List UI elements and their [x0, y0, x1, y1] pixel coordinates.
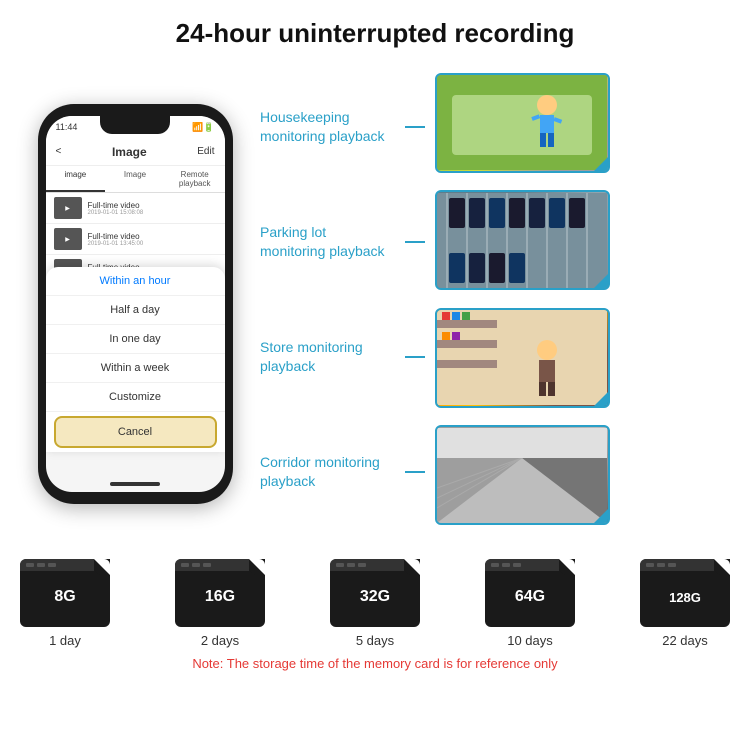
storage-item-16g: 16G 2 days: [175, 559, 265, 648]
storage-days-64g: 10 days: [507, 633, 553, 648]
connector-4: [395, 414, 425, 529]
dropdown-item-half-day[interactable]: Half a day: [46, 296, 225, 325]
video-thumb-1: ▶: [54, 197, 82, 219]
label-housekeeping: Housekeepingmonitoring playback: [260, 69, 385, 184]
connector-1: [395, 69, 425, 184]
photo-corner-3: [594, 392, 608, 406]
label-parking: Parking lotmonitoring playback: [260, 184, 385, 299]
phone-home-indicator: [110, 482, 160, 486]
phone-edit-button[interactable]: Edit: [197, 146, 214, 157]
connector-2: [395, 184, 425, 299]
photo-corner-4: [594, 509, 608, 523]
sd-notch-128g: [640, 559, 714, 571]
photo-parking: [435, 190, 610, 290]
label-housekeeping-text: Housekeepingmonitoring playback: [260, 108, 385, 144]
label-corridor-text: Corridor monitoringplayback: [260, 453, 380, 489]
dropdown-cancel-button[interactable]: Cancel: [54, 416, 217, 448]
photo-corner-2: [594, 274, 608, 288]
phone-back-button[interactable]: <: [56, 146, 62, 157]
label-store: Store monitoringplayback: [260, 299, 385, 414]
video-thumb-2: ▶: [54, 228, 82, 250]
store-illustration: [437, 310, 607, 405]
sd-card-128g: 128G: [640, 559, 730, 627]
video-label-1: Full-time video: [88, 201, 144, 210]
list-item[interactable]: ▶ Full-time video 2019-01-01 15:08:08: [46, 193, 225, 224]
storage-item-8g: 8G 1 day: [20, 559, 110, 648]
label-parking-text: Parking lotmonitoring playback: [260, 223, 385, 259]
photo-corridor: [435, 425, 610, 525]
photo-corridor-inner: [437, 427, 608, 523]
page-header: 24-hour uninterrupted recording: [0, 0, 750, 59]
storage-cards-row: 8G 1 day 16G 2 days: [20, 559, 730, 648]
photo-housekeeping-inner: [437, 75, 608, 171]
dropdown-item-week[interactable]: Within a week: [46, 354, 225, 383]
storage-section: 8G 1 day 16G 2 days: [0, 549, 750, 679]
list-item[interactable]: ▶ Full-time video 2019-01-01 13:45:00: [46, 224, 225, 255]
phone-mockup: 11:44 📶🔋 < Image Edit image Image Remote…: [38, 104, 233, 504]
connector-line-4: [405, 471, 425, 473]
storage-item-64g: 64G 10 days: [485, 559, 575, 648]
phone-time: 11:44: [56, 122, 78, 132]
phone-tab-remote[interactable]: Remote playback: [165, 166, 225, 192]
right-side: Housekeepingmonitoring playback Parking …: [260, 59, 730, 549]
connector-line-3: [405, 356, 425, 358]
phone-tab-image2[interactable]: Image: [105, 166, 165, 192]
photo-parking-inner: [437, 192, 608, 288]
storage-item-32g: 32G 5 days: [330, 559, 420, 648]
sd-notch-16g: [175, 559, 249, 571]
storage-item-128g: 128G 22 days: [640, 559, 730, 648]
dropdown-item-within-hour[interactable]: Within an hour: [46, 267, 225, 296]
storage-days-16g: 2 days: [201, 633, 239, 648]
video-label-2: Full-time video: [88, 232, 144, 241]
sd-size-64g: 64G: [515, 588, 545, 606]
dropdown-item-customize[interactable]: Customize: [46, 383, 225, 412]
connector-line-1: [405, 126, 425, 128]
phone-status-icons: 📶🔋: [192, 122, 214, 133]
photo-housekeeping: [435, 73, 610, 173]
phone-dropdown-menu: Within an hour Half a day In one day Wit…: [46, 267, 225, 452]
sd-size-8g: 8G: [54, 588, 75, 606]
connector-lines: [395, 69, 425, 529]
connector-3: [395, 299, 425, 414]
video-time-1: 2019-01-01 15:08:08: [88, 210, 144, 216]
parking-illustration: [437, 193, 607, 288]
dropdown-item-one-day[interactable]: In one day: [46, 325, 225, 354]
sd-notch-8g: [20, 559, 94, 571]
sd-size-16g: 16G: [205, 588, 235, 606]
storage-days-32g: 5 days: [356, 633, 394, 648]
sd-notch-64g: [485, 559, 559, 571]
phone-notch: [100, 116, 170, 134]
video-time-2: 2019-01-01 13:45:00: [88, 241, 144, 247]
phone-tabs: image Image Remote playback: [46, 166, 225, 193]
photo-corner-1: [594, 157, 608, 171]
storage-days-8g: 1 day: [49, 633, 81, 648]
housekeeping-illustration: [437, 75, 607, 170]
sd-size-128g: 128G: [669, 590, 701, 605]
photo-store: [435, 308, 610, 408]
sd-size-32g: 32G: [360, 588, 390, 606]
sd-card-32g: 32G: [330, 559, 420, 627]
sd-notch-32g: [330, 559, 404, 571]
label-corridor: Corridor monitoringplayback: [260, 414, 385, 529]
sd-card-16g: 16G: [175, 559, 265, 627]
label-store-text: Store monitoringplayback: [260, 338, 363, 374]
phone-container: 11:44 📶🔋 < Image Edit image Image Remote…: [20, 59, 250, 549]
photo-store-inner: [437, 310, 608, 406]
phone-screen: 11:44 📶🔋 < Image Edit image Image Remote…: [46, 116, 225, 492]
sd-card-64g: 64G: [485, 559, 575, 627]
phone-tab-image[interactable]: image: [46, 166, 106, 192]
phone-nav-title: Image: [112, 145, 147, 159]
connector-line-2: [405, 241, 425, 243]
storage-note: Note: The storage time of the memory car…: [20, 656, 730, 671]
sd-card-8g: 8G: [20, 559, 110, 627]
monitoring-photos: [435, 69, 610, 529]
corridor-illustration: [437, 428, 607, 523]
phone-nav-bar: < Image Edit: [46, 138, 225, 166]
main-content: 11:44 📶🔋 < Image Edit image Image Remote…: [0, 59, 750, 549]
storage-days-128g: 22 days: [662, 633, 708, 648]
monitoring-labels: Housekeepingmonitoring playback Parking …: [260, 69, 385, 529]
page-title: 24-hour uninterrupted recording: [10, 18, 740, 49]
